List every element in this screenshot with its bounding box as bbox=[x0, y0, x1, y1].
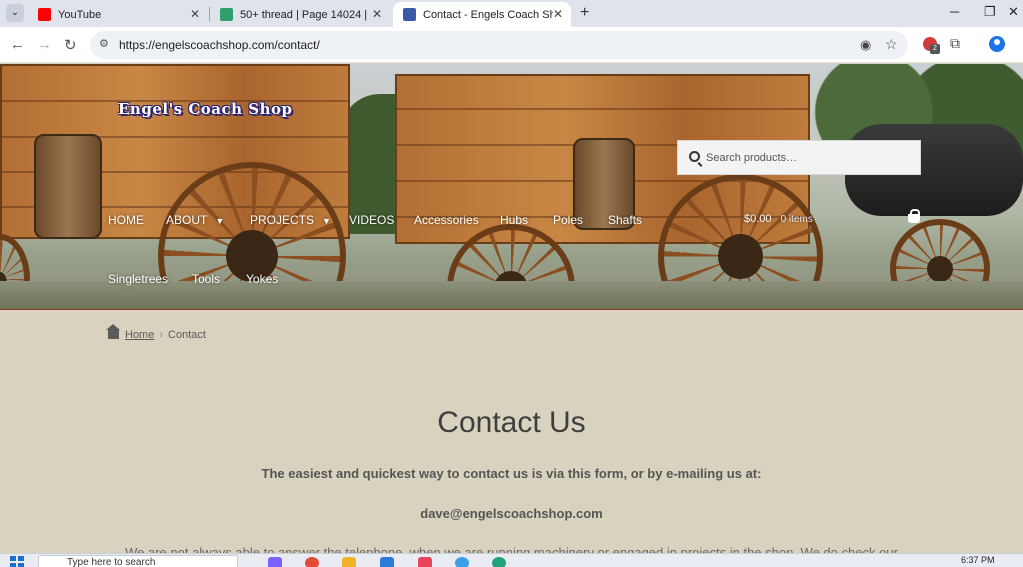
nav-label: ABOUT bbox=[166, 213, 208, 227]
contact-email[interactable]: dave@engelscoachshop.com bbox=[0, 506, 1023, 521]
extensions-puzzle-icon[interactable]: ⧉ bbox=[950, 35, 960, 52]
nav-label: Accessories bbox=[414, 213, 479, 227]
tab-contact-engels[interactable]: Contact - Engels Coach Shop ✕ bbox=[393, 2, 571, 27]
chevron-down-icon: ▼ bbox=[322, 216, 331, 226]
eye-slash-icon[interactable]: ◉ bbox=[860, 37, 871, 53]
site-settings-icon[interactable]: ⚙ bbox=[99, 37, 109, 50]
nav-home[interactable]: HOME bbox=[108, 213, 144, 227]
nav-projects[interactable]: PROJECTS ▼ bbox=[250, 213, 331, 227]
nav-singletrees[interactable]: Singletrees bbox=[108, 272, 168, 286]
tab-search-icon[interactable]: ⌄ bbox=[6, 4, 24, 22]
nav-label: HOME bbox=[108, 213, 144, 227]
windows-start-icon[interactable] bbox=[10, 556, 24, 567]
product-search bbox=[677, 140, 921, 175]
contact-intro-text: The easiest and quickest way to contact … bbox=[261, 466, 762, 481]
nav-label: Shafts bbox=[608, 213, 643, 227]
taskbar-app-icon[interactable] bbox=[380, 557, 394, 567]
nav-label: Singletrees bbox=[108, 272, 169, 286]
nav-about[interactable]: ABOUT ▼ bbox=[166, 213, 224, 227]
tab-title: Contact - Engels Coach Shop bbox=[423, 8, 553, 21]
new-tab-plus-icon[interactable]: + bbox=[580, 4, 589, 22]
address-bar[interactable]: ⚙ https://engelscoachshop.com/contact/ ◉… bbox=[90, 31, 908, 59]
taskbar-clock[interactable]: 6:37 PM bbox=[961, 555, 995, 565]
search-input[interactable] bbox=[705, 141, 915, 174]
browser-toolbar: ← → ↻ ⚙ https://engelscoachshop.com/cont… bbox=[0, 27, 1023, 63]
nav-shafts[interactable]: Shafts bbox=[608, 213, 642, 227]
profile-avatar-icon[interactable] bbox=[989, 36, 1005, 52]
taskbar-search-text: Type here to search bbox=[67, 557, 156, 567]
site-logo[interactable]: Engel's Coach Shop bbox=[118, 100, 292, 118]
basket-icon[interactable] bbox=[908, 209, 920, 223]
chrome-icon[interactable] bbox=[305, 557, 319, 567]
close-icon[interactable]: ✕ bbox=[553, 7, 563, 21]
reload-icon[interactable]: ↻ bbox=[64, 36, 77, 54]
breadcrumb-home-link[interactable]: Home bbox=[125, 329, 154, 341]
nav-videos[interactable]: VIDEOS bbox=[349, 213, 394, 227]
nav-label: PROJECTS bbox=[250, 213, 315, 227]
close-window-icon[interactable]: ✕ bbox=[1008, 4, 1019, 20]
tab-title: YouTube bbox=[58, 8, 102, 21]
taskbar-app-icon[interactable] bbox=[418, 557, 432, 567]
nav-hubs[interactable]: Hubs bbox=[500, 213, 528, 227]
taskbar-app-icon[interactable] bbox=[492, 557, 506, 567]
bookmark-star-icon[interactable]: ☆ bbox=[885, 36, 898, 53]
taskbar-search-box[interactable]: Type here to search bbox=[38, 555, 238, 567]
page-content: Home › Contact Contact Us The easiest and … bbox=[0, 310, 1023, 560]
forum-favicon-icon bbox=[220, 8, 233, 21]
file-explorer-icon[interactable] bbox=[342, 557, 356, 567]
forward-arrow-icon[interactable]: → bbox=[37, 36, 52, 53]
url-text[interactable]: https://engelscoachshop.com/contact/ bbox=[119, 38, 320, 52]
nav-yokes[interactable]: Yokes bbox=[246, 272, 278, 286]
cart-summary[interactable]: $0.00 0 items bbox=[744, 213, 813, 225]
extension-badge: 2 bbox=[930, 44, 940, 54]
cart-count: 0 items bbox=[780, 214, 813, 225]
tab-title: 50+ thread | Page 14024 | Taco bbox=[240, 8, 370, 21]
windows-taskbar: Type here to search 6:37 PM bbox=[0, 553, 1023, 567]
tab-forum-thread[interactable]: 50+ thread | Page 14024 | Taco ✕ bbox=[210, 2, 390, 27]
cart-amount: $0.00 bbox=[744, 213, 772, 225]
nav-label: Yokes bbox=[246, 272, 279, 286]
restore-icon[interactable]: ❐ bbox=[984, 4, 996, 20]
nav-poles[interactable]: Poles bbox=[553, 213, 583, 227]
breadcrumb: Home › Contact bbox=[106, 324, 206, 341]
nav-label: VIDEOS bbox=[349, 213, 395, 227]
back-arrow-icon[interactable]: ← bbox=[10, 36, 25, 53]
taskbar-app-icon[interactable] bbox=[268, 557, 282, 567]
home-icon bbox=[106, 324, 120, 339]
browser-tab-strip: ⌄ YouTube ✕ 50+ thread | Page 14024 | Ta… bbox=[0, 0, 1023, 27]
nav-label: Poles bbox=[553, 213, 584, 227]
nav-label: Tools bbox=[192, 272, 221, 286]
page-title: Contact Us bbox=[437, 406, 586, 439]
chevron-down-icon: ▼ bbox=[215, 216, 225, 226]
close-icon[interactable]: ✕ bbox=[190, 7, 200, 21]
minimize-icon[interactable]: ─ bbox=[950, 4, 959, 19]
taskbar-app-icon[interactable] bbox=[455, 557, 469, 567]
breadcrumb-separator: › bbox=[159, 329, 164, 341]
breadcrumb-current: Contact bbox=[168, 329, 206, 341]
search-icon bbox=[689, 151, 700, 162]
site-favicon-icon bbox=[403, 8, 416, 21]
tab-youtube[interactable]: YouTube ✕ bbox=[28, 2, 208, 27]
close-icon[interactable]: ✕ bbox=[372, 7, 382, 21]
youtube-favicon-icon bbox=[38, 8, 51, 21]
nav-accessories[interactable]: Accessories bbox=[414, 213, 479, 227]
barrel-left bbox=[34, 134, 102, 239]
nav-tools[interactable]: Tools bbox=[192, 272, 220, 286]
nav-label: Hubs bbox=[500, 213, 529, 227]
